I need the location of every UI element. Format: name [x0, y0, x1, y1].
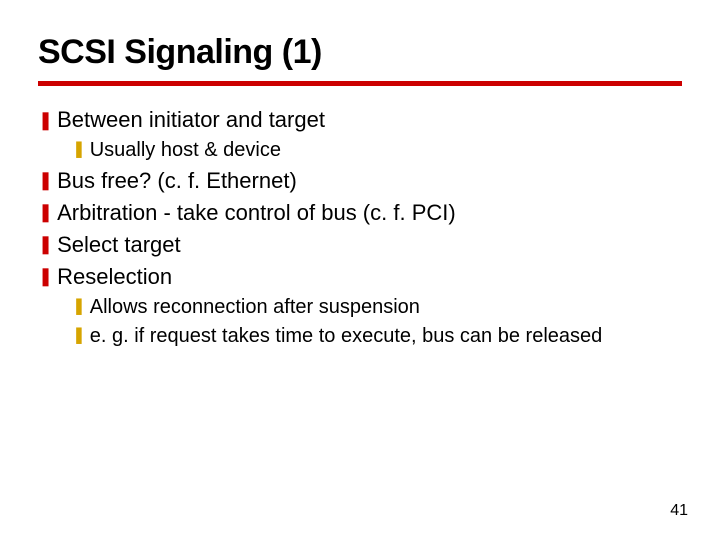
sub-bullet-text: Usually host & device [90, 136, 281, 165]
slide-body: ❚ Between initiator and target ❚ Usually… [38, 104, 682, 350]
bullet-icon: ❚ [38, 199, 53, 225]
bullet-text: Reselection [57, 261, 172, 293]
sub-bullet-text: Allows reconnection after suspension [90, 293, 420, 322]
bullet-text: Select target [57, 229, 181, 261]
sub-bullet-item: ❚ Usually host & device [72, 136, 682, 165]
title-underline [38, 81, 682, 86]
slide: SCSI Signaling (1) ❚ Between initiator a… [0, 0, 720, 540]
bullet-icon: ❚ [38, 231, 53, 257]
bullet-text: Arbitration - take control of bus (c. f.… [57, 197, 456, 229]
page-number: 41 [670, 502, 688, 520]
sub-bullet-item: ❚ e. g. if request takes time to execute… [72, 322, 682, 351]
bullet-item: ❚ Select target [38, 229, 682, 261]
sub-bullet-icon: ❚ [72, 138, 86, 162]
sub-bullet-group: ❚ Allows reconnection after suspension ❚… [72, 293, 682, 351]
bullet-text: Bus free? (c. f. Ethernet) [57, 165, 297, 197]
bullet-item: ❚ Between initiator and target [38, 104, 682, 136]
bullet-icon: ❚ [38, 167, 53, 193]
sub-bullet-item: ❚ Allows reconnection after suspension [72, 293, 682, 322]
bullet-icon: ❚ [38, 263, 53, 289]
bullet-item: ❚ Arbitration - take control of bus (c. … [38, 197, 682, 229]
sub-bullet-icon: ❚ [72, 324, 86, 348]
sub-bullet-text: e. g. if request takes time to execute, … [90, 322, 603, 351]
slide-title: SCSI Signaling (1) [38, 34, 682, 71]
bullet-icon: ❚ [38, 107, 53, 133]
sub-bullet-icon: ❚ [72, 295, 86, 319]
bullet-item: ❚ Bus free? (c. f. Ethernet) [38, 165, 682, 197]
bullet-item: ❚ Reselection [38, 261, 682, 293]
bullet-text: Between initiator and target [57, 104, 325, 136]
sub-bullet-group: ❚ Usually host & device [72, 136, 682, 165]
